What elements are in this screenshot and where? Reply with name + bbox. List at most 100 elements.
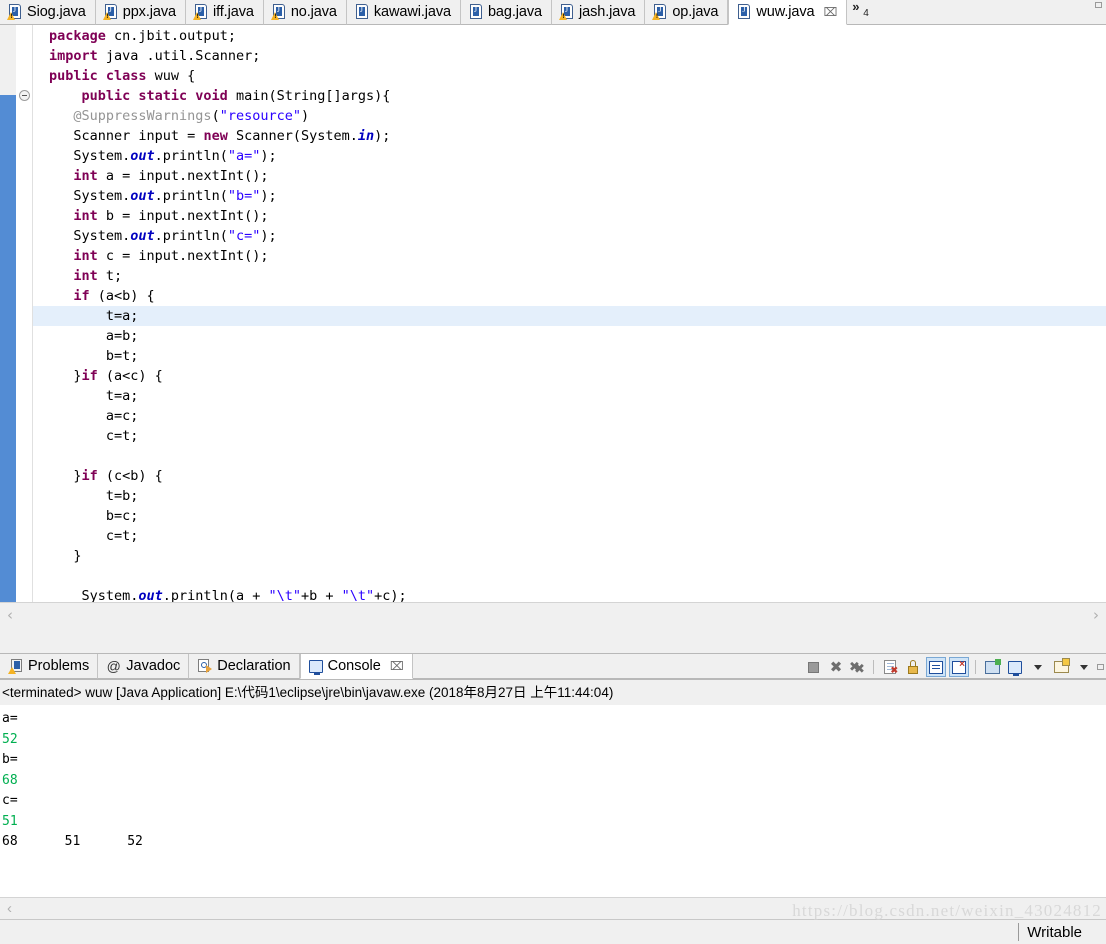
code-line[interactable]: public static void main(String[]args){ [33, 86, 1106, 106]
code-line[interactable]: System.out.println("b="); [33, 186, 1106, 206]
java-file-icon [354, 4, 369, 20]
display-selected-console-dropdown[interactable] [1028, 657, 1048, 677]
code-line[interactable]: int b = input.nextInt(); [33, 206, 1106, 226]
java-file-warning-icon: ! [270, 4, 286, 20]
code-token-ann: @SuppressWarnings [73, 108, 212, 124]
display-selected-console-button[interactable] [1005, 657, 1025, 677]
code-token-kw: package [49, 28, 115, 44]
code-token-pln: b = input.nextInt(); [105, 208, 269, 224]
code-token-kw: int [73, 248, 106, 264]
code-token-pln: c=t; [49, 428, 139, 444]
code-token-pln: b=t; [49, 348, 139, 364]
chevron-down-icon [1034, 664, 1042, 670]
scroll-left-icon[interactable]: ‹ [0, 606, 20, 624]
code-line[interactable]: a=b; [33, 326, 1106, 346]
editor-restore-icon[interactable] [1095, 2, 1102, 8]
code-token-pln: a = input.nextInt(); [105, 168, 269, 184]
editor-horizontal-scrollbar[interactable]: ‹ › [0, 602, 1106, 626]
code-token-str: "c=" [227, 228, 261, 244]
collapse-fold-icon[interactable] [19, 90, 30, 101]
code-line[interactable]: int a = input.nextInt(); [33, 166, 1106, 186]
open-console-dropdown[interactable] [1074, 657, 1094, 677]
view-tab-console[interactable]: Console ⌧ [299, 654, 413, 679]
code-token-pln [49, 108, 73, 124]
view-tab-problems[interactable]: Problems [0, 654, 99, 679]
code-token-pln: System. [49, 228, 131, 244]
close-icon[interactable]: ⌧ [823, 5, 837, 19]
console-line: 68 51 52 [2, 834, 143, 849]
code-token-pln: java .util.Scanner; [105, 48, 261, 64]
code-token-pln: cn.jbit.output; [114, 28, 236, 44]
editor-annotation-gutter[interactable] [0, 25, 16, 626]
code-line[interactable]: } [33, 546, 1106, 566]
code-line[interactable]: t=b; [33, 486, 1106, 506]
code-line[interactable]: public class wuw { [33, 66, 1106, 86]
code-line[interactable]: @SuppressWarnings("resource") [33, 106, 1106, 126]
code-token-pln: ( [211, 108, 220, 124]
view-tab-label: Javadoc [126, 658, 181, 674]
code-line[interactable]: System.out.println("c="); [33, 226, 1106, 246]
code-line[interactable] [33, 566, 1106, 586]
console-output-area[interactable]: a= 52 b= 68 c= 51 68 51 52 [0, 705, 1106, 921]
code-line[interactable]: b=t; [33, 346, 1106, 366]
scroll-right-icon[interactable]: › [1086, 606, 1106, 624]
toolbar-separator-1 [873, 660, 874, 674]
editor-tab-label: wuw.java [756, 4, 815, 20]
scroll-lock-button[interactable] [903, 657, 923, 677]
console-toolbar: ✖ ✖ ✖ ✖ [803, 655, 1104, 679]
view-tab-label: Console [327, 658, 381, 674]
code-line[interactable]: t=a; [33, 386, 1106, 406]
code-line[interactable]: c=t; [33, 426, 1106, 446]
at-sign-icon: @ [106, 658, 121, 674]
code-line[interactable]: b=c; [33, 506, 1106, 526]
view-tab-declaration[interactable]: Declaration [189, 654, 300, 679]
word-wrap-button[interactable] [926, 657, 946, 677]
remove-launch-button[interactable]: ✖ [826, 657, 846, 677]
console-process-label: <terminated> wuw [Java Application] E:\代… [0, 680, 1106, 700]
code-line[interactable]: int c = input.nextInt(); [33, 246, 1106, 266]
console-scroll-left-icon[interactable]: ‹ [0, 900, 19, 917]
code-line[interactable]: }if (a<c) { [33, 366, 1106, 386]
java-file-warning-icon: ! [102, 4, 118, 20]
status-bar: Writable [0, 919, 1106, 944]
pin-console-button[interactable] [982, 657, 1002, 677]
clear-console-button[interactable]: ✖ [880, 657, 900, 677]
console-line: a= [2, 711, 18, 726]
eclipse-workbench-window: !Siog.java!ppx.java!iff.java!no.javakawa… [0, 0, 1106, 944]
view-tab-javadoc[interactable]: @ Javadoc [98, 654, 190, 679]
editor-tab-iff-java[interactable]: !iff.java [185, 0, 264, 25]
code-line[interactable]: package cn.jbit.output; [33, 26, 1106, 46]
code-line[interactable]: c=t; [33, 526, 1106, 546]
editor-tab-jash-java[interactable]: ! jash.java [552, 0, 646, 25]
terminate-button[interactable] [803, 657, 823, 677]
code-line[interactable]: int t; [33, 266, 1106, 286]
open-console-button[interactable] [1051, 657, 1071, 677]
console-horizontal-scrollbar[interactable]: ‹ [0, 897, 1106, 919]
code-token-str: "a=" [227, 148, 261, 164]
editor-code-area[interactable]: package cn.jbit.output; import java .util… [33, 25, 1106, 626]
code-token-pln: a=b; [49, 328, 139, 344]
clear-console-icon: ✖ [884, 660, 898, 675]
editor-tab-bag-java[interactable]: bag.java [460, 0, 552, 25]
editor-tab-kawawi-java[interactable]: kawawi.java [346, 0, 461, 25]
editor-folding-gutter[interactable] [16, 25, 33, 626]
editor-tab-ppx-java[interactable]: !ppx.java [95, 0, 186, 25]
editor-tab-Siog-java[interactable]: ! Siog.java [0, 0, 96, 25]
code-line[interactable] [33, 446, 1106, 466]
code-line[interactable]: a=c; [33, 406, 1106, 426]
code-line[interactable]: t=a; [33, 306, 1106, 326]
code-line[interactable]: import java .util.Scanner; [33, 46, 1106, 66]
code-line[interactable]: if (a<b) { [33, 286, 1106, 306]
editor-tab-op-java[interactable]: ! op.java [645, 0, 729, 25]
view-menu-icon[interactable] [1097, 664, 1104, 670]
remove-all-terminated-button[interactable]: ✖ ✖ [849, 659, 867, 677]
java-source-editor[interactable]: package cn.jbit.output; import java .util… [0, 25, 1106, 626]
tab-overflow-indicator[interactable]: » 4 [847, 0, 882, 25]
code-line[interactable]: }if (c<b) { [33, 466, 1106, 486]
editor-tab-wuw-java[interactable]: wuw.java ⌧ [728, 0, 848, 25]
code-line[interactable]: Scanner input = new Scanner(System.in); [33, 126, 1106, 146]
show-console-on-output-button[interactable] [949, 657, 969, 677]
close-icon[interactable]: ⌧ [390, 659, 404, 673]
editor-tab-no-java[interactable]: !no.java [263, 0, 347, 25]
code-line[interactable]: System.out.println("a="); [33, 146, 1106, 166]
